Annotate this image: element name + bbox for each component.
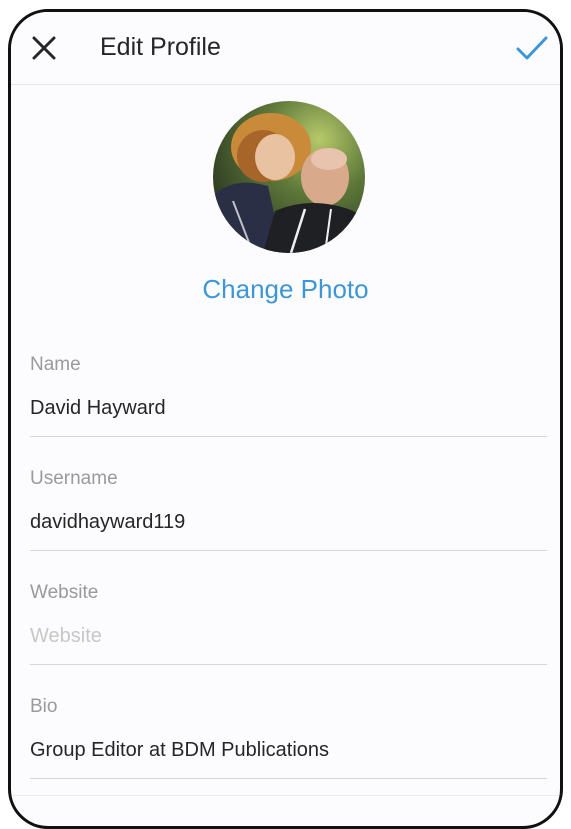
checkmark-icon [516,36,548,60]
profile-photo-image [213,101,365,253]
save-button[interactable] [514,32,550,64]
website-input[interactable] [30,625,547,648]
website-label: Website [30,582,99,603]
username-divider [30,550,547,551]
name-input[interactable] [30,397,547,420]
name-divider [30,436,547,437]
bio-field: Bio [30,696,547,780]
page-title: Edit Profile [100,33,221,61]
close-icon [32,36,56,60]
username-field: Username [30,468,547,552]
section-divider [11,795,560,796]
bio-label: Bio [30,696,58,717]
username-label: Username [30,468,118,489]
bio-input[interactable] [30,739,547,762]
profile-photo[interactable] [213,101,365,253]
phone-frame: Edit Profile Change Photo Name David Hay… [8,9,563,829]
change-photo-link[interactable]: Change Photo [11,274,560,305]
bio-divider [30,778,547,779]
website-divider [30,664,547,665]
website-field: Website [30,582,547,666]
name-label: Name [30,354,81,375]
app-header: Edit Profile [11,12,560,85]
username-input[interactable] [30,511,547,534]
name-field: Name [30,354,547,438]
close-button[interactable] [28,32,60,64]
